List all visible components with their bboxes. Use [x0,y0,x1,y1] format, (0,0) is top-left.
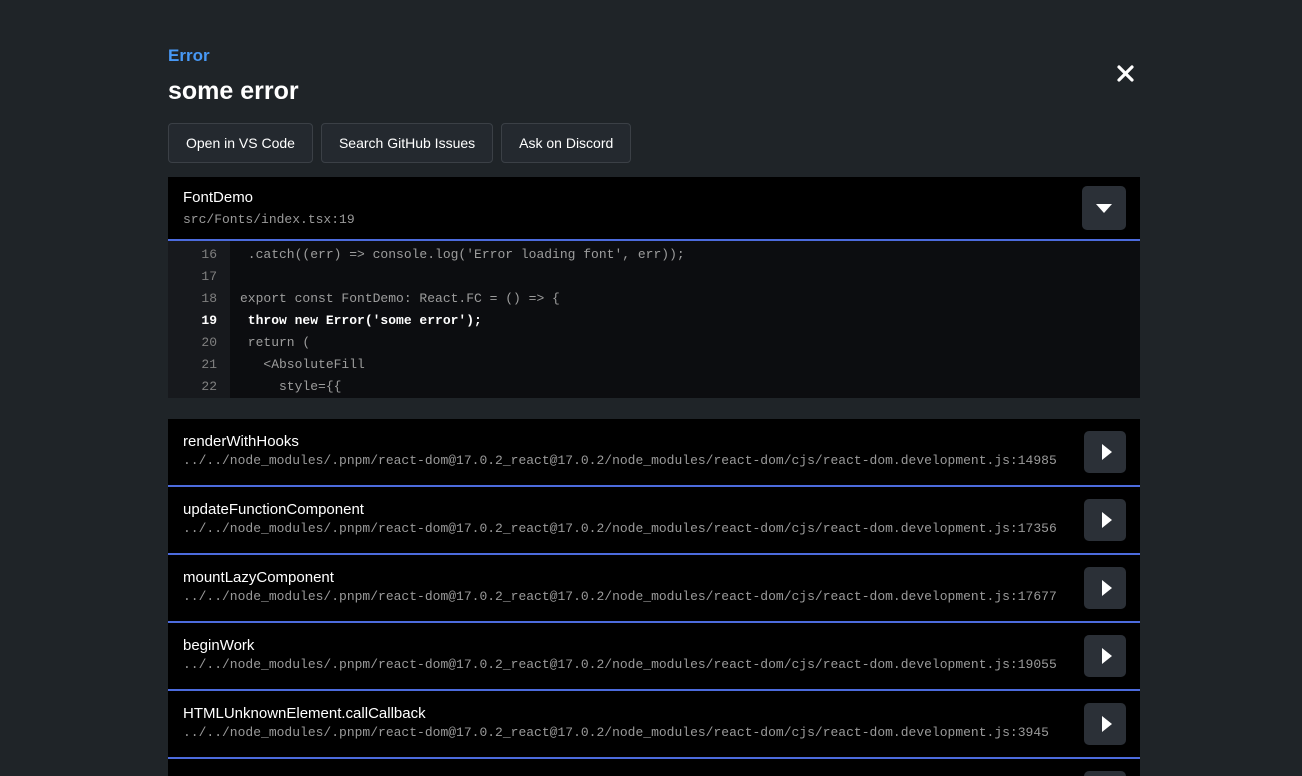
stack-frame-source: ../../node_modules/.pnpm/react-dom@17.0.… [183,724,1070,742]
code-frame-location: src/Fonts/index.tsx:19 [183,212,355,228]
play-icon [1102,444,1112,460]
code-snippet: 16 .catch((err) => console.log('Error lo… [168,241,1140,398]
stack-frame-row: beginWork ../../node_modules/.pnpm/react… [168,623,1140,691]
stack-frame-source: ../../node_modules/.pnpm/react-dom@17.0.… [183,656,1070,674]
stack-frame-row: updateFunctionComponent ../../node_modul… [168,487,1140,555]
expand-frame-button[interactable] [1084,703,1126,745]
stack-frame-row: HTMLUnknownElement.callCallback ../../no… [168,691,1140,759]
stack-frame-list: renderWithHooks ../../node_modules/.pnpm… [168,419,1140,776]
error-overlay: Error some error Open in VS Code Search … [0,0,1302,776]
action-buttons: Open in VS Code Search GitHub Issues Ask… [168,123,1140,163]
play-icon [1102,648,1112,664]
code-line: 22 style={{ [168,376,1140,398]
stack-frame-row-partial [168,759,1140,776]
stack-frame-function: updateFunctionComponent [183,500,1070,519]
play-icon [1102,512,1112,528]
error-type-label: Error [168,46,1140,66]
stack-frame-function: mountLazyComponent [183,568,1070,587]
open-in-vscode-button[interactable]: Open in VS Code [168,123,313,163]
stack-frame-row: renderWithHooks ../../node_modules/.pnpm… [168,419,1140,487]
line-code: throw new Error('some error'); [230,310,482,332]
ask-on-discord-button[interactable]: Ask on Discord [501,123,631,163]
expand-frame-button[interactable] [1084,431,1126,473]
line-number: 20 [168,332,230,354]
stack-frame-function: beginWork [183,636,1070,655]
stack-frame-source: ../../node_modules/.pnpm/react-dom@17.0.… [183,520,1070,538]
line-number: 16 [168,244,230,266]
line-number: 19 [168,310,230,332]
error-message-title: some error [168,76,1140,106]
expand-frame-button[interactable] [1084,771,1126,776]
code-frame-header: FontDemo src/Fonts/index.tsx:19 [168,177,1140,241]
line-number: 22 [168,376,230,398]
code-frame-title: FontDemo [183,189,355,207]
stack-frame-row: mountLazyComponent ../../node_modules/.p… [168,555,1140,623]
line-code [230,266,240,288]
line-code: .catch((err) => console.log('Error loadi… [230,244,685,266]
stack-frame-function: HTMLUnknownElement.callCallback [183,704,1070,723]
line-code: style={{ [230,376,341,398]
search-github-issues-button[interactable]: Search GitHub Issues [321,123,493,163]
code-frame-heading: FontDemo src/Fonts/index.tsx:19 [183,189,355,228]
expand-frame-button[interactable] [1084,567,1126,609]
code-line: 16 .catch((err) => console.log('Error lo… [168,244,1140,266]
stack-frame-source: ../../node_modules/.pnpm/react-dom@17.0.… [183,452,1070,470]
expand-frame-button[interactable] [1084,499,1126,541]
play-icon [1102,580,1112,596]
code-line-highlighted: 19 throw new Error('some error'); [168,310,1140,332]
error-content: Error some error Open in VS Code Search … [168,46,1140,776]
stack-frame-function: renderWithHooks [183,432,1070,451]
collapse-frame-button[interactable] [1082,186,1126,230]
line-code: return ( [230,332,310,354]
code-line: 21 <AbsoluteFill [168,354,1140,376]
line-number: 17 [168,266,230,288]
stack-frame-source: ../../node_modules/.pnpm/react-dom@17.0.… [183,588,1070,606]
line-number: 21 [168,354,230,376]
code-line: 18export const FontDemo: React.FC = () =… [168,288,1140,310]
expand-frame-button[interactable] [1084,635,1126,677]
code-line: 17 [168,266,1140,288]
code-frame-panel: FontDemo src/Fonts/index.tsx:19 16 .catc… [168,177,1140,398]
line-code: <AbsoluteFill [230,354,365,376]
line-number: 18 [168,288,230,310]
code-line: 20 return ( [168,332,1140,354]
line-code: export const FontDemo: React.FC = () => … [230,288,560,310]
play-icon [1102,716,1112,732]
chevron-down-icon [1096,204,1112,213]
